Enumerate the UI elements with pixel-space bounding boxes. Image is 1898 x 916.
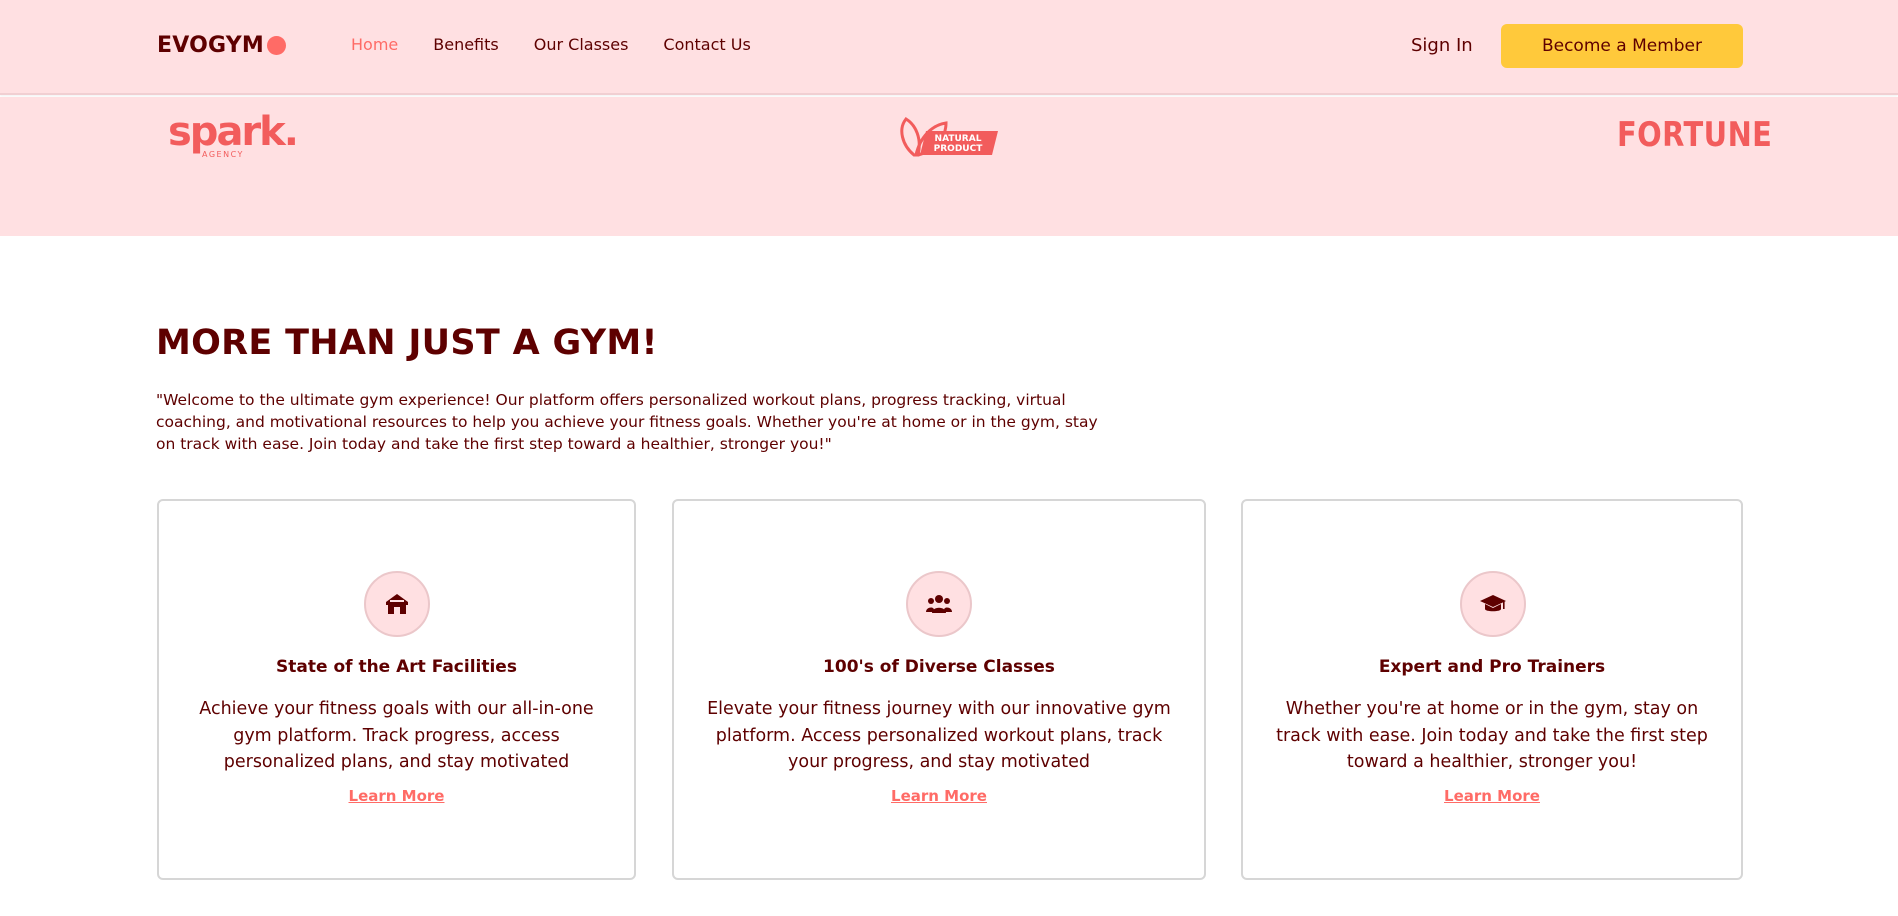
home-icon <box>364 571 430 637</box>
learn-more-link[interactable]: Learn More <box>674 787 1204 805</box>
spark-logo-text: spark. <box>168 109 299 155</box>
nav-link-contact-us[interactable]: Contact Us <box>663 35 750 54</box>
card-text: Elevate your fitness journey with our in… <box>707 699 1171 772</box>
benefit-card-trainers: Expert and Pro Trainers Whether you're a… <box>1241 499 1743 880</box>
logo[interactable]: EVOGYM <box>157 33 286 58</box>
learn-more-link[interactable]: Learn More <box>1243 787 1741 805</box>
navbar: EVOGYM Home Benefits Our Classes Contact… <box>0 0 1898 95</box>
benefits-heading: MORE THAN JUST A GYM! <box>156 323 658 363</box>
learn-more-link[interactable]: Learn More <box>159 787 634 805</box>
spark-logo-sub: AGENCY <box>202 150 244 159</box>
sign-in-link[interactable]: Sign In <box>1411 35 1473 56</box>
nav-link-our-classes[interactable]: Our Classes <box>534 35 629 54</box>
natural-product-leaf-icon: NATURAL PRODUCT <box>900 117 998 157</box>
card-text: Achieve your fitness goals with our all-… <box>199 699 594 772</box>
become-member-button[interactable]: Become a Member <box>1501 24 1743 68</box>
nav-link-home[interactable]: Home <box>351 35 398 54</box>
sponsor-logo-spark: spark. AGENCY <box>168 109 299 159</box>
sponsor-logo-fortune: FORTUNE <box>1617 115 1773 155</box>
natural-line1: NATURAL <box>935 134 982 144</box>
users-icon <box>906 571 972 637</box>
sponsors-band: spark. AGENCY NATURAL PRODUCT FORTUNE <box>0 97 1898 236</box>
nav-links: Home Benefits Our Classes Contact Us <box>351 35 786 54</box>
card-title: 100's of Diverse Classes <box>823 657 1055 677</box>
logo-text: EVOGYM <box>157 33 264 58</box>
nav-link-benefits[interactable]: Benefits <box>433 35 499 54</box>
natural-line2: PRODUCT <box>934 144 984 154</box>
card-text: Whether you're at home or in the gym, st… <box>1276 699 1708 772</box>
benefits-intro: "Welcome to the ultimate gym experience!… <box>156 391 1098 453</box>
card-title: State of the Art Facilities <box>276 657 517 677</box>
logo-dot-icon <box>266 36 286 55</box>
card-title: Expert and Pro Trainers <box>1378 657 1606 677</box>
benefit-card-facilities: State of the Art Facilities Achieve your… <box>157 499 636 880</box>
sponsor-logo-natural-product: NATURAL PRODUCT <box>896 115 1000 165</box>
graduation-cap-icon <box>1460 571 1526 637</box>
benefit-card-classes: 100's of Diverse Classes Elevate your fi… <box>672 499 1206 880</box>
